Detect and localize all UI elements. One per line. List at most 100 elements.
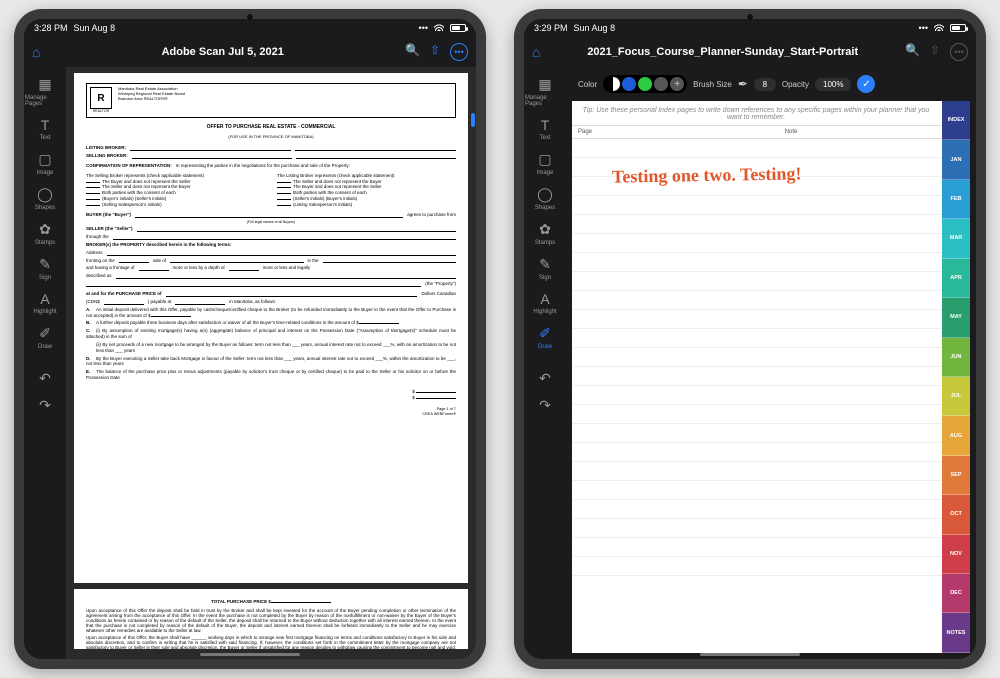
eyedropper-icon[interactable] bbox=[606, 77, 620, 91]
tool-image[interactable]: ▢Image bbox=[525, 146, 565, 179]
tool-label: Sign bbox=[39, 275, 51, 281]
wifi-icon bbox=[934, 23, 944, 33]
ipad-right: 3:29 PM Sun Aug 8 ••• ⌂ 2021_Focus_Cours… bbox=[514, 9, 986, 669]
undo-icon: ↶ bbox=[539, 370, 551, 387]
tab-index[interactable]: INDEX bbox=[942, 101, 970, 140]
tool-label: Image bbox=[37, 170, 54, 176]
tab-jun[interactable]: JUN bbox=[942, 338, 970, 377]
fronting-b: side of bbox=[153, 258, 166, 264]
shapes-icon: ◯ bbox=[37, 186, 53, 203]
tool-draw[interactable]: ✐Draw bbox=[25, 320, 65, 353]
rep-left-list: The Buyer and does not represent the Sel… bbox=[86, 179, 265, 208]
search-icon[interactable]: 🔍 bbox=[905, 43, 920, 61]
confirm-button[interactable]: ✓ bbox=[857, 75, 875, 93]
page2-para2: Upon acceptance of this Offer, the Buyer… bbox=[86, 635, 456, 649]
manage-pages-icon: ▦ bbox=[538, 76, 551, 93]
brush-size-label: Brush Size bbox=[693, 80, 732, 89]
ipad-left: 3:28 PM Sun Aug 8 ••• ⌂ Adobe Scan Jul 5… bbox=[14, 9, 486, 669]
share-icon[interactable]: ⇧ bbox=[430, 43, 440, 61]
scroll-thumb[interactable] bbox=[471, 113, 475, 127]
tab-apr[interactable]: APR bbox=[942, 259, 970, 298]
title-bar: ⌂ 2021_Focus_Course_Planner-Sunday_Start… bbox=[524, 37, 976, 67]
tool-manage-pages[interactable]: ▦Manage Pages bbox=[25, 71, 65, 110]
tool-image[interactable]: ▢Image bbox=[25, 146, 65, 179]
tool-highlight[interactable]: A Highlight bbox=[25, 286, 65, 318]
color-swatch[interactable] bbox=[654, 77, 668, 91]
home-icon[interactable]: ⌂ bbox=[32, 44, 40, 60]
tool-stamps[interactable]: ✿Stamps bbox=[25, 216, 65, 249]
tab-dec[interactable]: DEC bbox=[942, 574, 970, 613]
tool-text[interactable]: TText bbox=[525, 112, 565, 144]
color-swatch[interactable] bbox=[638, 77, 652, 91]
tab-jan[interactable]: JAN bbox=[942, 140, 970, 179]
tab-jul[interactable]: JUL bbox=[942, 377, 970, 416]
seller-label: SELLER (the "Seller") bbox=[86, 226, 133, 232]
item-e: The balance of the purchase price plus o… bbox=[86, 369, 456, 380]
tool-action[interactable]: ↶ bbox=[525, 365, 565, 390]
tab-sep[interactable]: SEP bbox=[942, 456, 970, 495]
price-label: at and for the PURCHASE PRICE of bbox=[86, 291, 162, 297]
tool-action[interactable]: ↷ bbox=[25, 392, 65, 417]
search-icon[interactable]: 🔍 bbox=[405, 43, 420, 61]
tab-feb[interactable]: FEB bbox=[942, 180, 970, 219]
share-icon[interactable]: ⇧ bbox=[930, 43, 940, 61]
status-time: 3:28 PM bbox=[34, 23, 68, 33]
home-indicator[interactable] bbox=[700, 653, 800, 656]
page2-title: TOTAL PURCHASE PRICE $ bbox=[211, 599, 271, 604]
tool-manage-pages[interactable]: ▦ Manage Pages bbox=[525, 71, 565, 110]
tool-action[interactable]: ↶ bbox=[25, 365, 65, 390]
tool-label: Manage Pages bbox=[525, 95, 565, 107]
tool-draw[interactable]: ✐Draw bbox=[525, 320, 565, 353]
battery-icon bbox=[450, 24, 466, 32]
tool-sign[interactable]: ✎Sign bbox=[525, 251, 565, 284]
tool-shapes[interactable]: ◯Shapes bbox=[525, 181, 565, 214]
tool-label: Stamps bbox=[535, 240, 555, 246]
color-picker[interactable]: + bbox=[603, 75, 687, 93]
tab-aug[interactable]: AUG bbox=[942, 416, 970, 455]
item-d: By the Buyer executing a Seller take bac… bbox=[86, 356, 456, 367]
tool-stamps[interactable]: ✿Stamps bbox=[525, 216, 565, 249]
sign-icon: ✎ bbox=[39, 256, 51, 273]
opacity-value[interactable]: 100% bbox=[815, 78, 851, 91]
tab-oct[interactable]: OCT bbox=[942, 495, 970, 534]
brush-size-value[interactable]: 8 bbox=[754, 78, 776, 91]
tab-may[interactable]: MAY bbox=[942, 298, 970, 337]
tool-label: Manage Pages bbox=[25, 95, 65, 107]
home-icon[interactable]: ⌂ bbox=[532, 44, 540, 60]
document-page-2: TOTAL PURCHASE PRICE $ Upon acceptance o… bbox=[74, 589, 468, 649]
image-icon: ▢ bbox=[538, 151, 551, 168]
tool-action[interactable]: ↷ bbox=[525, 392, 565, 417]
tab-notes[interactable]: NOTES bbox=[942, 613, 970, 652]
tab-mar[interactable]: MAR bbox=[942, 219, 970, 258]
color-swatch[interactable] bbox=[622, 77, 636, 91]
rep-right-list: The Seller and does not represent the Bu… bbox=[277, 179, 456, 208]
document-title: Adobe Scan Jul 5, 2021 bbox=[46, 46, 399, 58]
tool-text[interactable]: T Text bbox=[25, 112, 65, 144]
cdn-tail2: in Manitoba, as follows: bbox=[229, 299, 276, 305]
buyer-tail: agrees to purchase from bbox=[407, 212, 456, 218]
through-label: through the bbox=[86, 234, 109, 240]
tool-label: Highlight bbox=[533, 309, 556, 315]
status-time: 3:29 PM bbox=[534, 23, 568, 33]
document-viewport[interactable]: R REALTOR Manitoba Real Estate Associati… bbox=[66, 67, 476, 659]
scrollbar[interactable] bbox=[471, 73, 475, 653]
status-date: Sun Aug 8 bbox=[574, 23, 616, 33]
more-icon[interactable]: ••• bbox=[950, 43, 968, 61]
more-icon[interactable]: ••• bbox=[450, 43, 468, 61]
tool-label: Highlight bbox=[33, 309, 56, 315]
tool-label: Text bbox=[39, 135, 50, 141]
planner-page[interactable]: hand-written index → Tip: Use these pers… bbox=[572, 101, 970, 653]
tool-shapes[interactable]: ◯Shapes bbox=[25, 181, 65, 214]
tab-nov[interactable]: NOV bbox=[942, 535, 970, 574]
stamps-icon: ✿ bbox=[39, 221, 51, 238]
tool-highlight[interactable]: AHighlight bbox=[525, 286, 565, 318]
home-indicator[interactable] bbox=[200, 653, 300, 656]
planner-lines[interactable]: Testing one two. Testing! bbox=[572, 139, 970, 579]
tool-sign[interactable]: ✎ Sign bbox=[25, 251, 65, 284]
doc-subtitle: (FOR USE IN THE PROVINCE OF MANITOBA) bbox=[86, 134, 456, 139]
tool-label: Sign bbox=[539, 275, 551, 281]
highlight-icon: A bbox=[40, 291, 49, 307]
add-color-button[interactable]: + bbox=[670, 77, 684, 91]
text-icon: T bbox=[41, 117, 50, 133]
fronting-c: in the bbox=[308, 258, 319, 264]
